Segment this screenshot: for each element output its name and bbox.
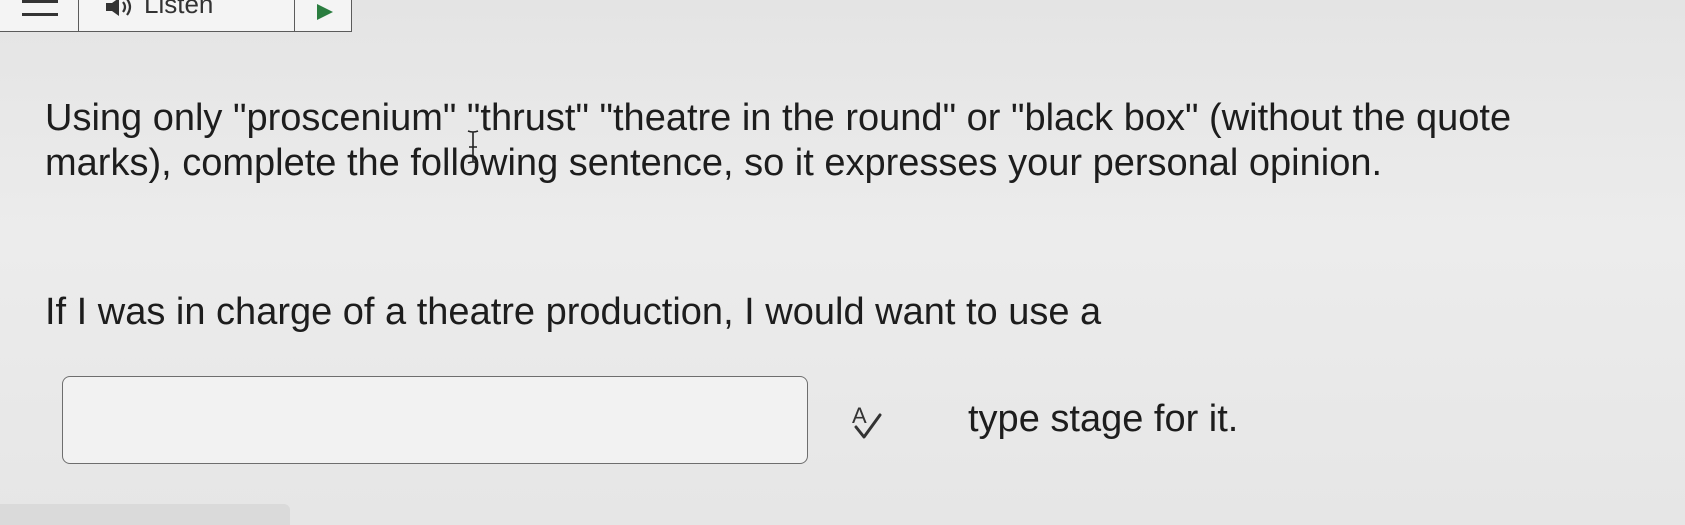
sentence-start: If I was in charge of a theatre producti… <box>45 291 1102 333</box>
answer-input[interactable] <box>62 376 808 464</box>
text-cursor-icon <box>467 130 479 164</box>
speaker-icon <box>106 0 132 16</box>
question-instructions: Using only "proscenium" "thrust" "theatr… <box>45 97 1512 184</box>
play-button[interactable] <box>294 0 352 32</box>
svg-text:A: A <box>852 403 867 428</box>
listen-label: Listen <box>144 0 214 19</box>
spellcheck-icon[interactable]: A <box>850 401 896 443</box>
menu-button[interactable] <box>0 0 79 32</box>
play-icon <box>317 4 333 20</box>
audio-toolbar: Listen <box>0 0 352 32</box>
footer-tab <box>0 504 290 525</box>
sentence-end: type stage for it. <box>968 398 1239 440</box>
hamburger-menu-icon <box>22 0 58 16</box>
listen-button[interactable]: Listen <box>79 0 294 32</box>
